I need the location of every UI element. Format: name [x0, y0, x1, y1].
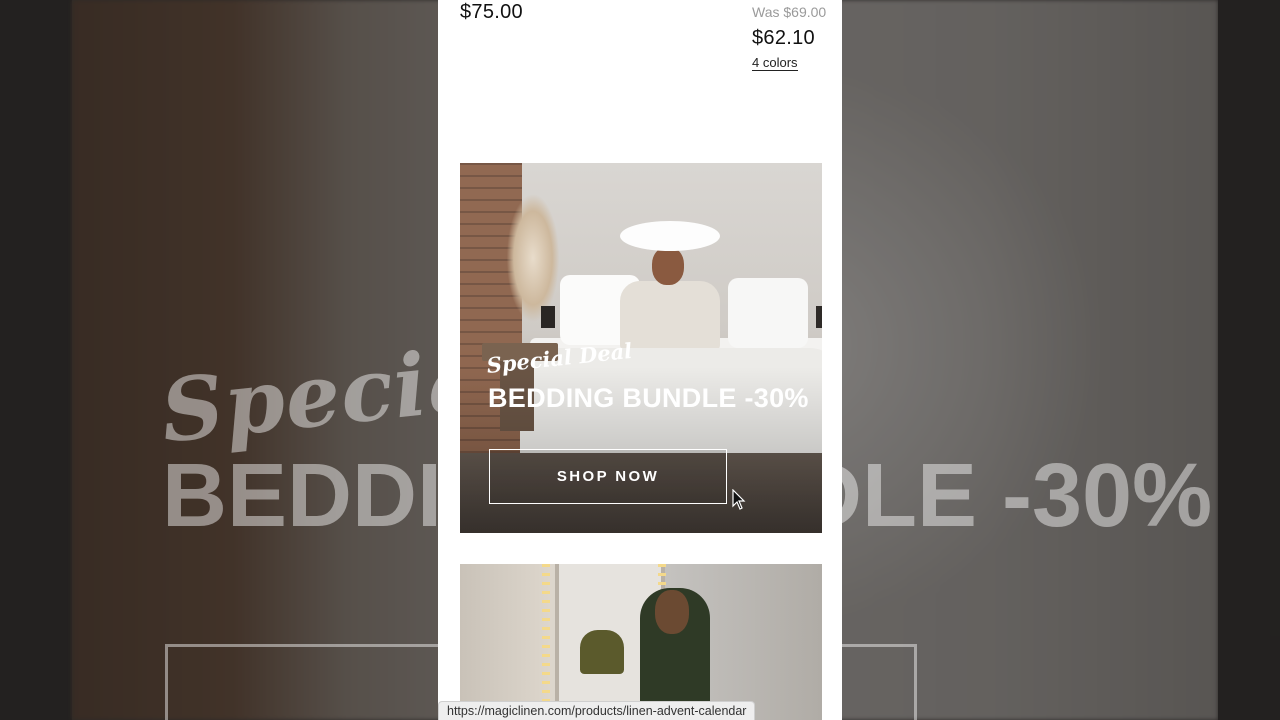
- sale-price: $62.10: [752, 27, 815, 49]
- shop-now-label: SHOP NOW: [556, 468, 660, 485]
- product-price-left: $75.00: [460, 1, 523, 23]
- shop-now-button[interactable]: SHOP NOW: [489, 449, 727, 504]
- promo-banner[interactable]: Special Deal BEDDING BUNDLE -30% SHOP NO…: [460, 163, 822, 533]
- was-price: Was $69.00: [752, 4, 827, 20]
- product-price-right: Was $69.00 $62.10 4 colors: [752, 4, 842, 72]
- advent-calendar-banner[interactable]: [460, 564, 822, 720]
- fairy-lights-left-image: [542, 564, 550, 720]
- green-bow-image: [580, 630, 624, 674]
- status-bar-url: https://magiclinen.com/products/linen-ad…: [438, 701, 756, 720]
- woman-head-image: [655, 590, 689, 634]
- page-column: $75.00 Was $69.00 $62.10 4 colors Specia…: [438, 0, 842, 720]
- colors-link[interactable]: 4 colors: [752, 56, 798, 71]
- mouse-cursor-icon: [732, 489, 746, 510]
- promo-headline: BEDDING BUNDLE -30%: [488, 383, 809, 413]
